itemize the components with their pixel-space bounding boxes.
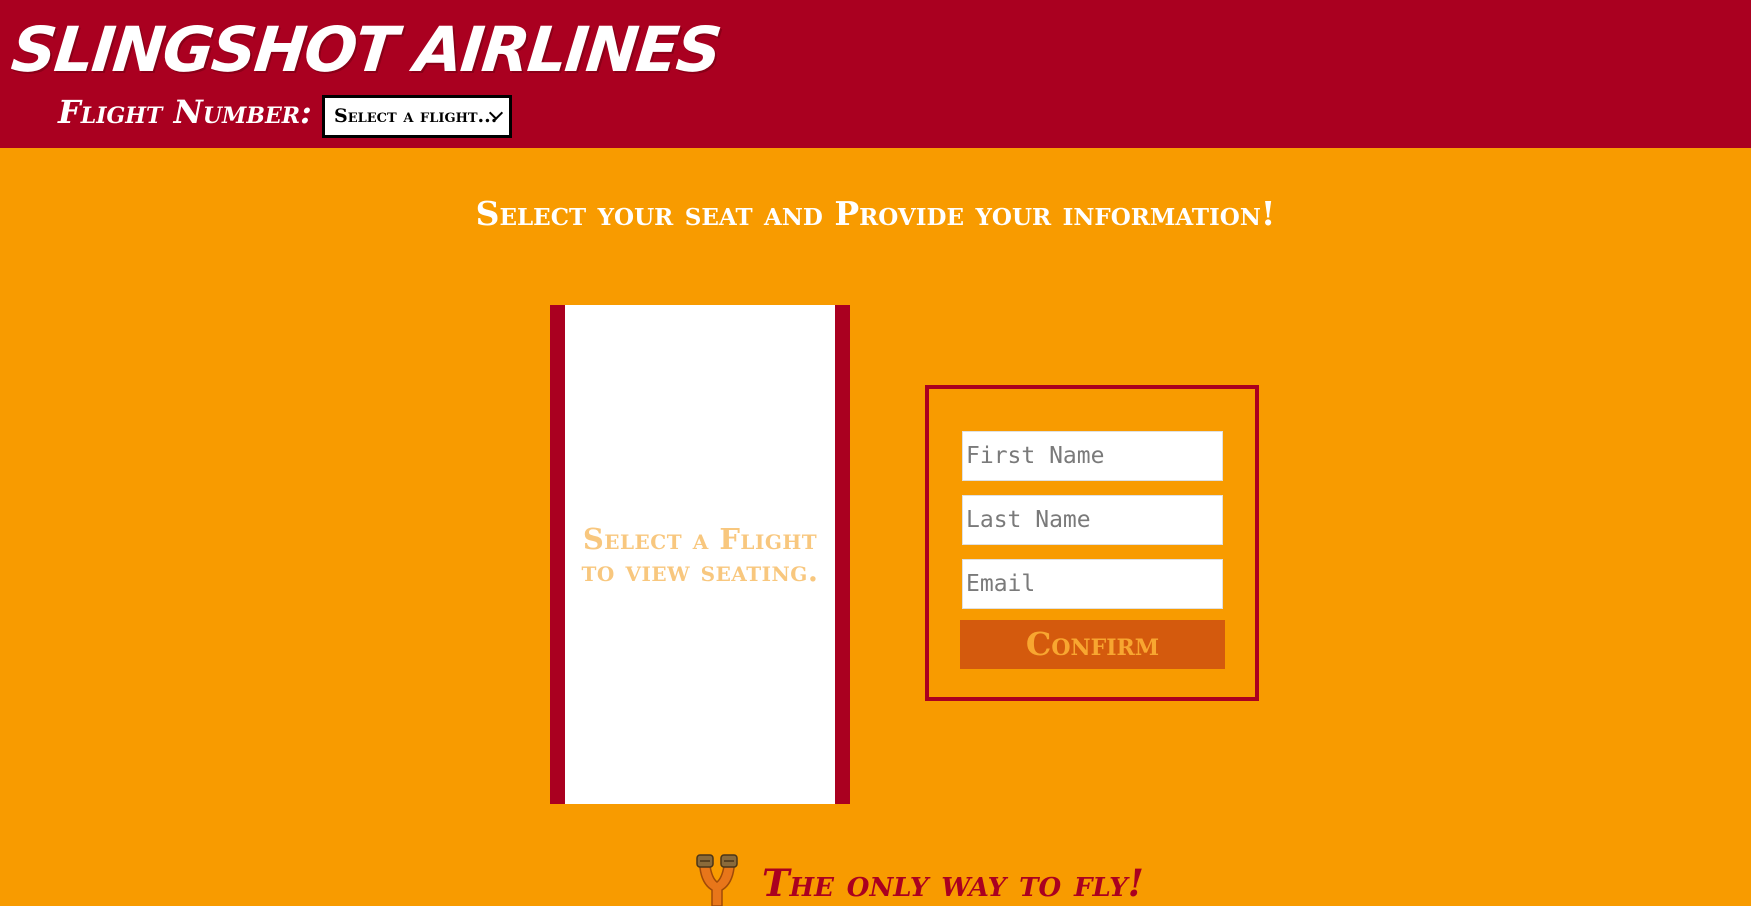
email-field[interactable]: Email	[962, 559, 1223, 609]
seat-map-placeholder: Select a Flight to view seating.	[581, 522, 819, 588]
passenger-info-form: First Name Last Name Email Confirm	[925, 385, 1259, 701]
seat-map: Select a Flight to view seating.	[550, 305, 850, 804]
confirm-button[interactable]: Confirm	[960, 620, 1225, 669]
flight-number-label: Flight Number:	[58, 93, 312, 131]
page-title: Select your seat and Provide your inform…	[475, 194, 1276, 233]
seat-map-cabin: Select a Flight to view seating.	[565, 305, 835, 804]
first-name-field[interactable]: First Name	[962, 431, 1223, 481]
site-header: SLINGSHOT AIRLINES Flight Number: Select…	[0, 0, 1751, 148]
slingshot-icon	[696, 854, 738, 906]
flight-select[interactable]: Select a flight...	[322, 95, 512, 138]
footer-tagline: The only way to fly!	[762, 861, 1144, 905]
brand-logo: SLINGSHOT AIRLINES	[8, 13, 724, 86]
flight-select-value: Select a flight...	[334, 105, 498, 127]
last-name-field[interactable]: Last Name	[962, 495, 1223, 545]
